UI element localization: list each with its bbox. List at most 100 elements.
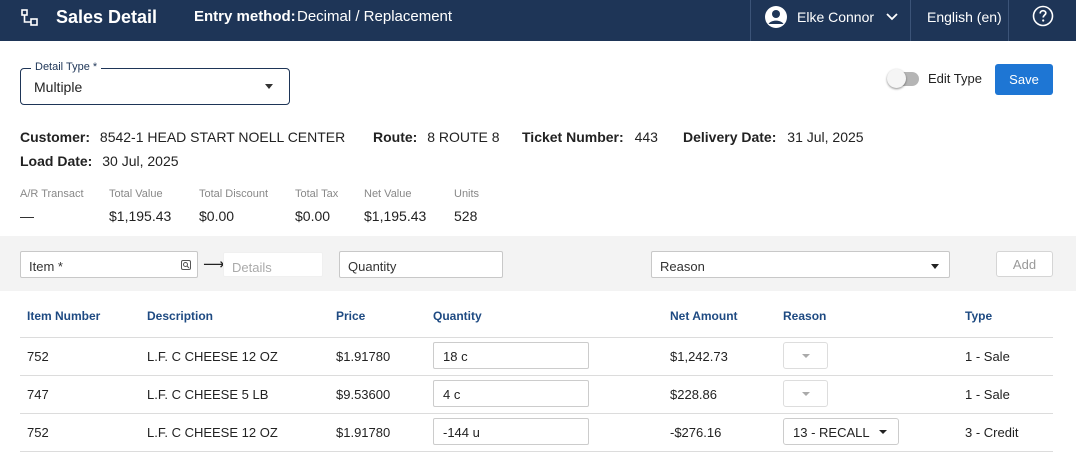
row-reason-select[interactable] bbox=[783, 380, 828, 407]
stat-total-tax: Total Tax $0.00 bbox=[295, 188, 338, 224]
stat-label: Net Value bbox=[364, 188, 412, 200]
col-reason[interactable]: Reason bbox=[783, 309, 826, 323]
stat-units: Units 528 bbox=[454, 188, 479, 224]
add-button[interactable]: Add bbox=[996, 251, 1053, 277]
delivery-label: Delivery Date: bbox=[683, 129, 777, 145]
detail-type-dropdown[interactable]: Detail Type * Multiple bbox=[20, 61, 290, 105]
cell-description: L.F. C CHEESE 12 OZ bbox=[147, 425, 278, 440]
customer-label: Customer: bbox=[20, 129, 91, 145]
caret-down-icon bbox=[802, 392, 810, 396]
header-divider bbox=[1008, 0, 1009, 41]
cell-net-amount: $228.86 bbox=[670, 387, 717, 402]
stat-value: $1,195.43 bbox=[109, 208, 172, 224]
stat-value: $0.00 bbox=[199, 208, 235, 224]
item-input[interactable]: Item * bbox=[20, 251, 198, 278]
col-net-amount[interactable]: Net Amount bbox=[670, 309, 738, 323]
app-grid-icon[interactable] bbox=[20, 8, 40, 28]
stat-ar-transact: A/R Transact — bbox=[20, 188, 84, 224]
route-info: Route: 8 ROUTE 8 bbox=[373, 129, 500, 145]
arrow-right-icon: ⟶ bbox=[203, 256, 225, 273]
detail-type-value: Multiple bbox=[34, 79, 83, 95]
cell-price: $9.53600 bbox=[336, 387, 391, 402]
cell-net-amount: $1,242.73 bbox=[670, 349, 728, 364]
row-divider bbox=[20, 413, 1053, 414]
col-item-number[interactable]: Item Number bbox=[27, 309, 100, 323]
cell-price: $1.91780 bbox=[336, 349, 391, 364]
top-bar: Sales Detail Entry method: Decimal / Rep… bbox=[0, 0, 1076, 41]
save-button[interactable]: Save bbox=[995, 64, 1053, 95]
route-value: 8 ROUTE 8 bbox=[427, 129, 500, 145]
details-input[interactable]: Details bbox=[223, 252, 323, 277]
details-placeholder: Details bbox=[232, 260, 272, 275]
language-selector[interactable]: English (en) bbox=[927, 9, 1002, 25]
reason-placeholder: Reason bbox=[660, 259, 705, 274]
col-description[interactable]: Description bbox=[147, 309, 213, 323]
edit-type-label: Edit Type bbox=[928, 71, 982, 86]
row-reason-select[interactable]: 13 - RECALL bbox=[783, 418, 899, 445]
row-reason-select[interactable] bbox=[783, 342, 828, 369]
row-quantity-input[interactable]: -144 u bbox=[433, 418, 589, 445]
cell-description: L.F. C CHEESE 5 LB bbox=[147, 387, 269, 402]
quantity-input[interactable]: Quantity bbox=[339, 251, 503, 278]
stat-value: 528 bbox=[454, 208, 478, 224]
load-label: Load Date: bbox=[20, 153, 93, 169]
col-type[interactable]: Type bbox=[965, 309, 992, 323]
customer-value: 8542-1 HEAD START NOELL CENTER bbox=[99, 129, 346, 145]
cell-type: 1 - Sale bbox=[965, 349, 1010, 364]
help-icon[interactable] bbox=[1032, 5, 1054, 27]
stat-total-value: Total Value $1,195.43 bbox=[109, 188, 171, 224]
delivery-value: 31 Jul, 2025 bbox=[787, 129, 864, 145]
customer-info-line: Customer: 8542-1 HEAD START NOELL CENTER bbox=[20, 129, 345, 145]
ticket-value: 443 bbox=[634, 129, 658, 145]
reason-select[interactable]: Reason bbox=[651, 251, 950, 278]
ticket-info: Ticket Number: 443 bbox=[522, 129, 658, 145]
caret-down-icon bbox=[931, 264, 939, 269]
stat-value: — bbox=[20, 208, 34, 224]
row-divider bbox=[20, 451, 1053, 452]
load-info: Load Date: 30 Jul, 2025 bbox=[20, 153, 179, 169]
cell-item-number: 747 bbox=[27, 387, 49, 402]
stat-value: $0.00 bbox=[295, 208, 331, 224]
quantity-placeholder: Quantity bbox=[348, 259, 397, 274]
caret-down-icon bbox=[265, 84, 273, 89]
row-quantity-value: -144 u bbox=[443, 425, 480, 440]
chevron-down-icon bbox=[886, 13, 898, 21]
stat-label: Total Value bbox=[109, 188, 163, 200]
col-price[interactable]: Price bbox=[336, 309, 365, 323]
cell-item-number: 752 bbox=[27, 425, 49, 440]
toggle-knob bbox=[887, 69, 906, 88]
stat-value: $1,195.43 bbox=[364, 208, 427, 224]
header-divider bbox=[750, 0, 751, 41]
item-placeholder: Item * bbox=[29, 259, 63, 274]
row-quantity-value: 4 c bbox=[443, 387, 461, 402]
detail-type-label: Detail Type * bbox=[31, 61, 102, 73]
stat-label: A/R Transact bbox=[20, 188, 84, 200]
entry-method-value: Decimal / Replacement bbox=[297, 8, 453, 25]
stat-net-value: Net Value $1,195.43 bbox=[364, 188, 426, 224]
caret-down-icon bbox=[879, 430, 887, 434]
col-quantity[interactable]: Quantity bbox=[433, 309, 482, 323]
row-reason-value: 13 - RECALL bbox=[793, 425, 870, 440]
cell-type: 1 - Sale bbox=[965, 387, 1010, 402]
table-header-divider bbox=[20, 337, 1053, 338]
stat-label: Total Discount bbox=[199, 188, 269, 200]
user-avatar-icon bbox=[765, 6, 787, 28]
user-name: Elke Connor bbox=[797, 9, 875, 25]
cell-description: L.F. C CHEESE 12 OZ bbox=[147, 349, 278, 364]
row-quantity-value: 18 c bbox=[443, 349, 468, 364]
entry-method-label: Entry method: bbox=[194, 8, 296, 25]
cell-type: 3 - Credit bbox=[965, 425, 1019, 440]
row-quantity-input[interactable]: 18 c bbox=[433, 342, 589, 369]
route-label: Route: bbox=[373, 129, 418, 145]
cell-price: $1.91780 bbox=[336, 425, 391, 440]
user-menu[interactable]: Elke Connor bbox=[764, 4, 898, 30]
cell-item-number: 752 bbox=[27, 349, 49, 364]
page-title: Sales Detail bbox=[56, 7, 158, 27]
stat-total-discount: Total Discount $0.00 bbox=[199, 188, 268, 224]
row-quantity-input[interactable]: 4 c bbox=[433, 380, 589, 407]
edit-type-toggle[interactable] bbox=[887, 69, 919, 88]
caret-down-icon bbox=[802, 354, 810, 358]
delivery-info: Delivery Date: 31 Jul, 2025 bbox=[683, 129, 864, 145]
item-lookup-icon[interactable] bbox=[181, 260, 191, 270]
load-value: 30 Jul, 2025 bbox=[102, 153, 179, 169]
